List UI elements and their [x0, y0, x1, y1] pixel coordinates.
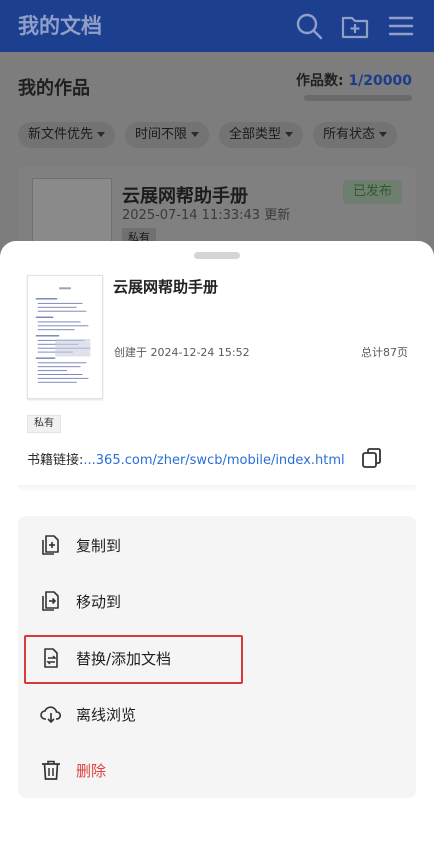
move-to-button[interactable]: 移动到: [18, 573, 416, 629]
copy-to-icon: [42, 535, 59, 555]
document-actions-sheet: 云展网帮助手册 创建于 2024-12-24 15:52 总计87页 私有 书籍…: [0, 241, 434, 861]
delete-label: 删除: [76, 762, 107, 780]
filter-type[interactable]: 全部类型: [219, 122, 304, 148]
page-title: 我的文档: [18, 14, 102, 38]
action-list: 复制到 移动到 替换/添加文档 离线浏览 删除: [18, 516, 416, 798]
book-link-label: 书籍链接:: [27, 453, 84, 468]
offline-download-icon: [40, 706, 62, 724]
document-info: 云展网帮助手册 创建于 2024-12-24 15:52 总计87页 私有 书籍…: [18, 263, 416, 493]
chevron-down-icon: [191, 132, 200, 137]
filter-time[interactable]: 时间不限: [125, 122, 210, 148]
copy-link-icon[interactable]: [361, 447, 383, 469]
works-count-value: 1/20000: [348, 73, 412, 89]
delete-button[interactable]: 删除: [18, 742, 416, 798]
book-link-url[interactable]: ...365.com/zher/swcb/mobile/index.html: [83, 453, 344, 468]
filter-sort-label: 新文件优先: [28, 127, 94, 142]
new-folder-icon[interactable]: [340, 11, 370, 41]
book-link: 书籍链接:...365.com/zher/swcb/mobile/index.h…: [27, 449, 345, 468]
filter-time-label: 时间不限: [135, 127, 188, 142]
page-count: 总计87页: [361, 346, 408, 359]
chevron-down-icon: [379, 132, 388, 137]
copy-to-label: 复制到: [76, 537, 122, 555]
chevron-down-icon: [97, 132, 106, 137]
document-title: 云展网帮助手册: [113, 278, 219, 296]
highlight-box: [24, 635, 243, 684]
trash-icon: [42, 760, 60, 780]
offline-browse-button[interactable]: 离线浏览: [18, 686, 416, 742]
works-count-progress: [304, 95, 412, 101]
filter-type-label: 全部类型: [229, 127, 282, 142]
privacy-badge: 私有: [27, 415, 61, 433]
sheet-drag-handle[interactable]: [194, 252, 240, 259]
works-count: 作品数: 1/20000: [296, 70, 412, 90]
filter-bar: 新文件优先 时间不限 全部类型 所有状态: [18, 122, 398, 148]
move-to-icon: [42, 591, 59, 611]
created-time: 创建于 2024-12-24 15:52: [114, 346, 250, 359]
document-thumbnail: [27, 275, 103, 399]
filter-status-label: 所有状态: [323, 127, 376, 142]
search-icon[interactable]: [294, 11, 324, 41]
works-count-label: 作品数:: [295, 73, 349, 89]
copy-to-button[interactable]: 复制到: [18, 517, 416, 573]
document-updated-time: 2025-07-14 11:33:43 更新: [122, 208, 291, 223]
offline-browse-label: 离线浏览: [76, 706, 137, 724]
app-header: 我的文档: [0, 0, 434, 52]
move-to-label: 移动到: [76, 593, 122, 611]
status-badge: 已发布: [342, 180, 402, 204]
chevron-down-icon: [285, 132, 294, 137]
filter-status[interactable]: 所有状态: [313, 122, 398, 148]
works-title: 我的作品: [18, 78, 90, 99]
menu-icon[interactable]: [386, 11, 416, 41]
section-divider: [18, 485, 416, 492]
filter-sort[interactable]: 新文件优先: [18, 122, 116, 148]
